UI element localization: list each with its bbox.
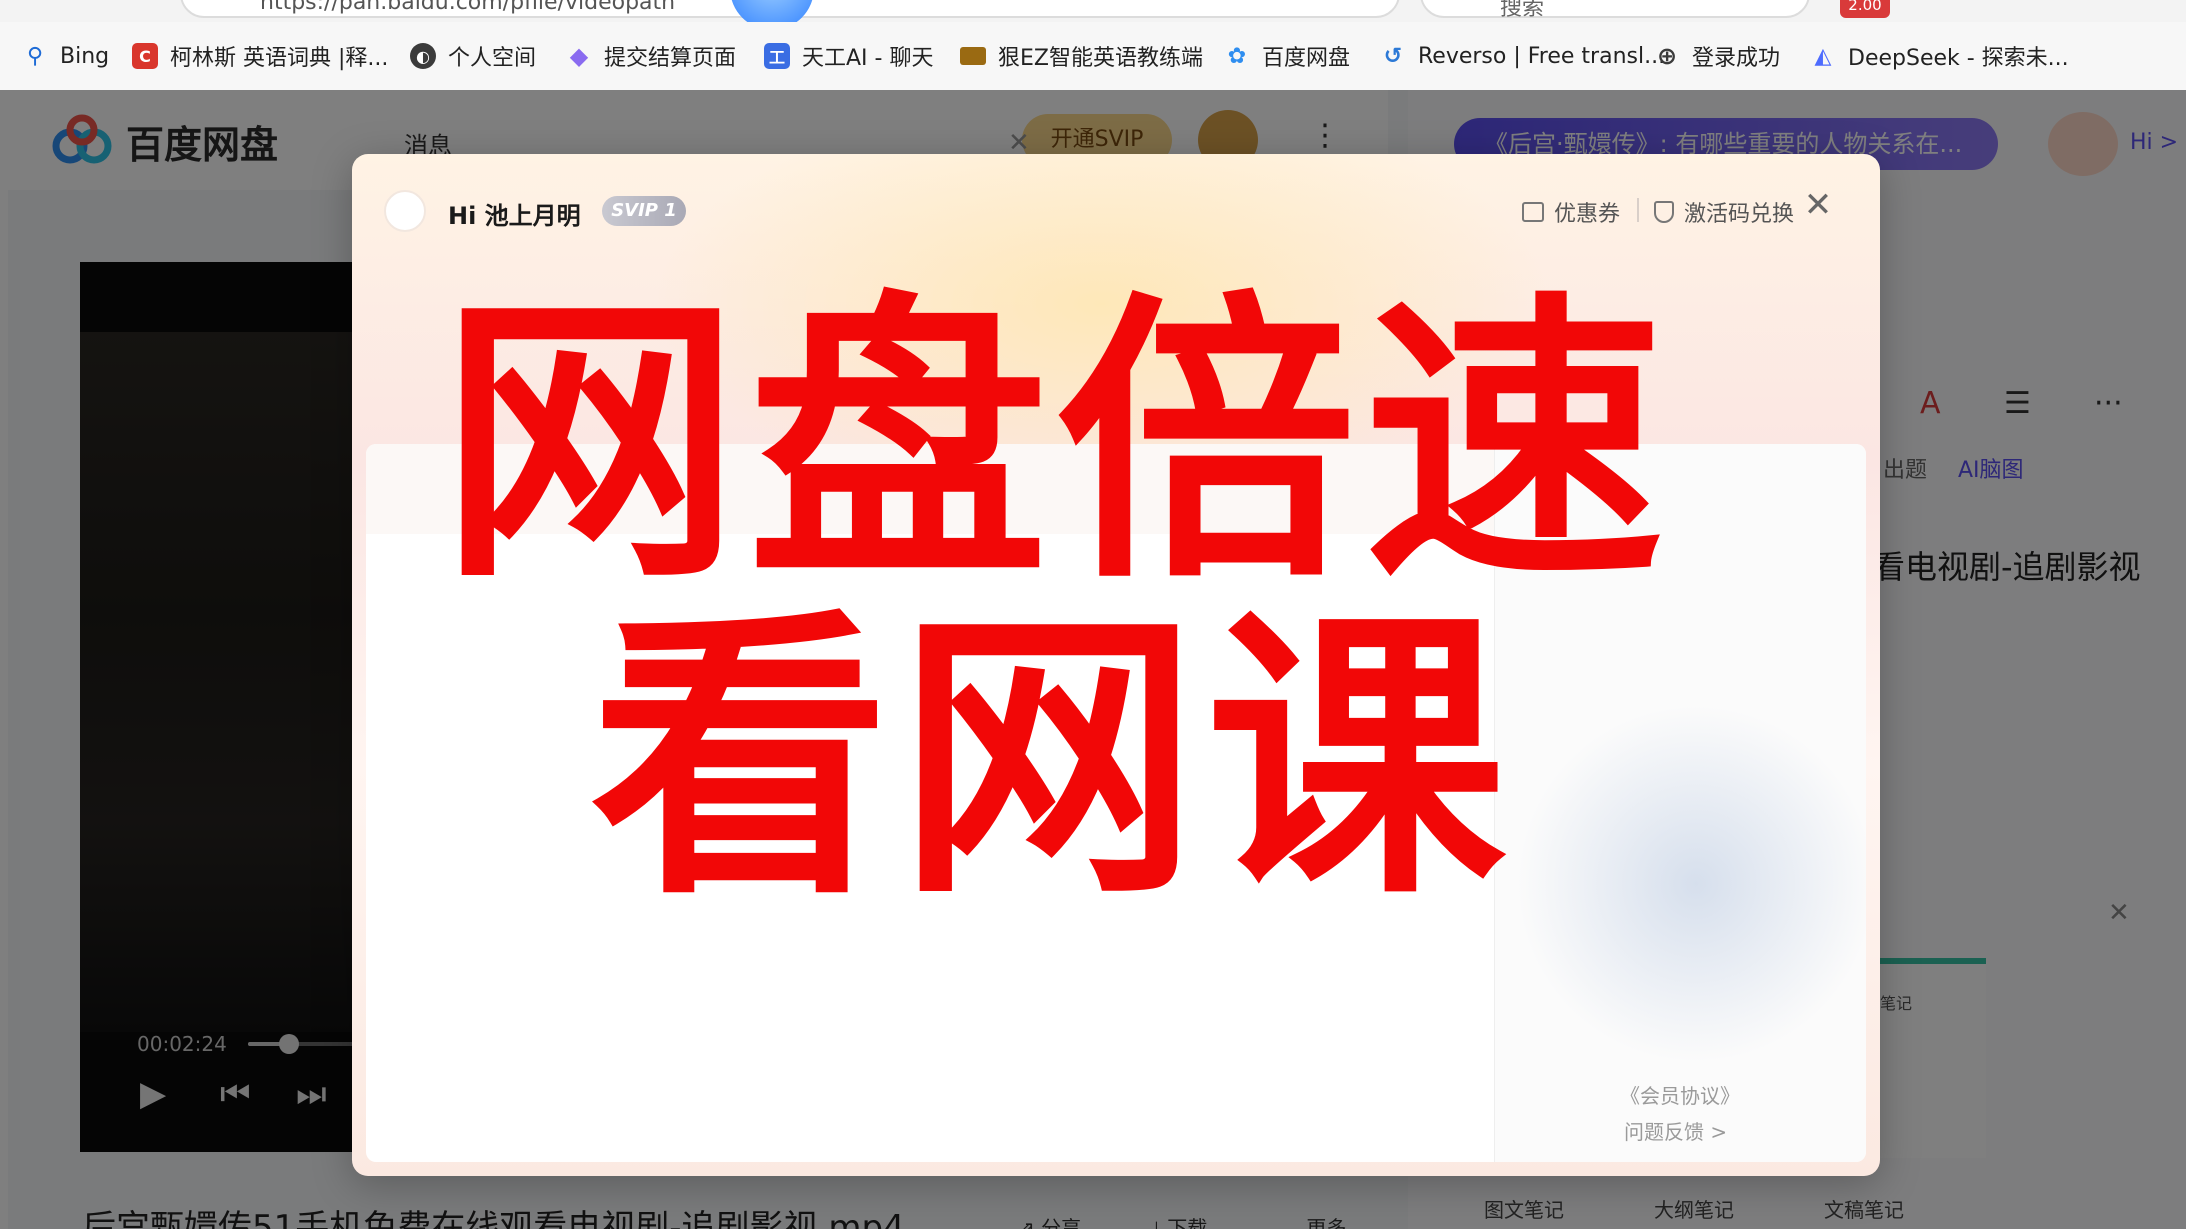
bookmark-checkout[interactable]: ◆ 提交结算页面 bbox=[566, 36, 736, 76]
user-greeting: Hi 池上月明 bbox=[448, 202, 581, 230]
bookmark-label: Reverso | Free transl... bbox=[1418, 43, 1666, 69]
ticket-icon bbox=[960, 47, 986, 65]
bookmark-baidu-netdisk[interactable]: ✿ 百度网盘 bbox=[1224, 36, 1350, 76]
reverso-icon: ↺ bbox=[1383, 43, 1403, 69]
feedback-link[interactable]: 问题反馈 > bbox=[1624, 1116, 1727, 1145]
bookmark-label: Bing bbox=[60, 43, 110, 69]
tiangong-icon: 工 bbox=[764, 43, 790, 69]
bookmark-collins[interactable]: C 柯林斯 英语词典 |释... bbox=[132, 36, 388, 76]
bookmark-bing[interactable]: ⚲ Bing bbox=[22, 36, 109, 76]
speed-extension-badge[interactable]: 2.00 bbox=[1840, 0, 1890, 18]
headline-line-2: 看网课 bbox=[590, 585, 1514, 934]
address-bar-url[interactable]: https://pan.baidu.com/pfile/videopath bbox=[260, 0, 675, 15]
globe-icon: ◐ bbox=[410, 43, 436, 69]
close-icon[interactable]: ✕ bbox=[1800, 188, 1836, 224]
redeem-code-link[interactable]: 激活码兑换 bbox=[1654, 196, 1794, 228]
search-icon: ⚲ bbox=[26, 43, 44, 69]
shield-icon bbox=[1654, 201, 1674, 223]
globe-icon: ⊕ bbox=[1656, 42, 1678, 70]
redeem-label: 激活码兑换 bbox=[1684, 202, 1795, 227]
coupon-label: 优惠券 bbox=[1554, 202, 1621, 227]
header-divider bbox=[1637, 198, 1639, 222]
bookmark-ez-coach[interactable]: 狠EZ智能英语教练端 bbox=[960, 36, 1203, 76]
collins-icon: C bbox=[132, 43, 158, 69]
bookmark-label: 天工AI - 聊天 bbox=[802, 46, 934, 71]
deepseek-icon: ◭ bbox=[1814, 43, 1832, 69]
bookmark-label: 柯林斯 英语词典 |释... bbox=[170, 46, 389, 71]
headline-line-1: 网盘倍速 bbox=[440, 269, 1672, 618]
bookmark-label: 个人空间 bbox=[448, 46, 537, 71]
bookmarks-bar: ⚲ Bing C 柯林斯 英语词典 |释... ◐ 个人空间 ◆ 提交结算页面 … bbox=[0, 22, 2186, 90]
bookmark-login-success[interactable]: ⊕ 登录成功 bbox=[1654, 36, 1780, 76]
search-box[interactable] bbox=[1420, 0, 1810, 18]
bookmark-label: 百度网盘 bbox=[1262, 46, 1351, 71]
bookmark-personal-space[interactable]: ◐ 个人空间 bbox=[410, 36, 536, 76]
bookmark-deepseek[interactable]: ◭ DeepSeek - 探索未... bbox=[1810, 36, 2069, 76]
bookmark-tiangong[interactable]: 工 天工AI - 聊天 bbox=[764, 36, 933, 76]
baidu-netdisk-icon: ✿ bbox=[1227, 43, 1247, 69]
bookmark-label: DeepSeek - 探索未... bbox=[1848, 46, 2069, 71]
diamond-icon: ◆ bbox=[569, 42, 589, 70]
search-placeholder[interactable]: 搜索 bbox=[1500, 0, 1544, 22]
browser-toolbar: https://pan.baidu.com/pfile/videopath 搜索… bbox=[0, 0, 2186, 22]
browser-ai-badge-icon[interactable] bbox=[730, 0, 814, 22]
svip-level-badge: SVIP 1 bbox=[602, 196, 686, 226]
bookmark-label: 狠EZ智能英语教练端 bbox=[998, 46, 1203, 71]
coupon-icon bbox=[1522, 202, 1544, 222]
bookmark-label: 提交结算页面 bbox=[604, 46, 737, 71]
coupon-link[interactable]: 优惠券 bbox=[1522, 196, 1620, 228]
bookmark-reverso[interactable]: ↺ Reverso | Free transl... bbox=[1380, 36, 1665, 76]
member-agreement-link[interactable]: 《会员协议》 bbox=[1620, 1080, 1740, 1109]
loading-placeholder bbox=[1516, 704, 1866, 1064]
user-avatar bbox=[384, 190, 426, 232]
bookmark-label: 登录成功 bbox=[1692, 46, 1781, 71]
